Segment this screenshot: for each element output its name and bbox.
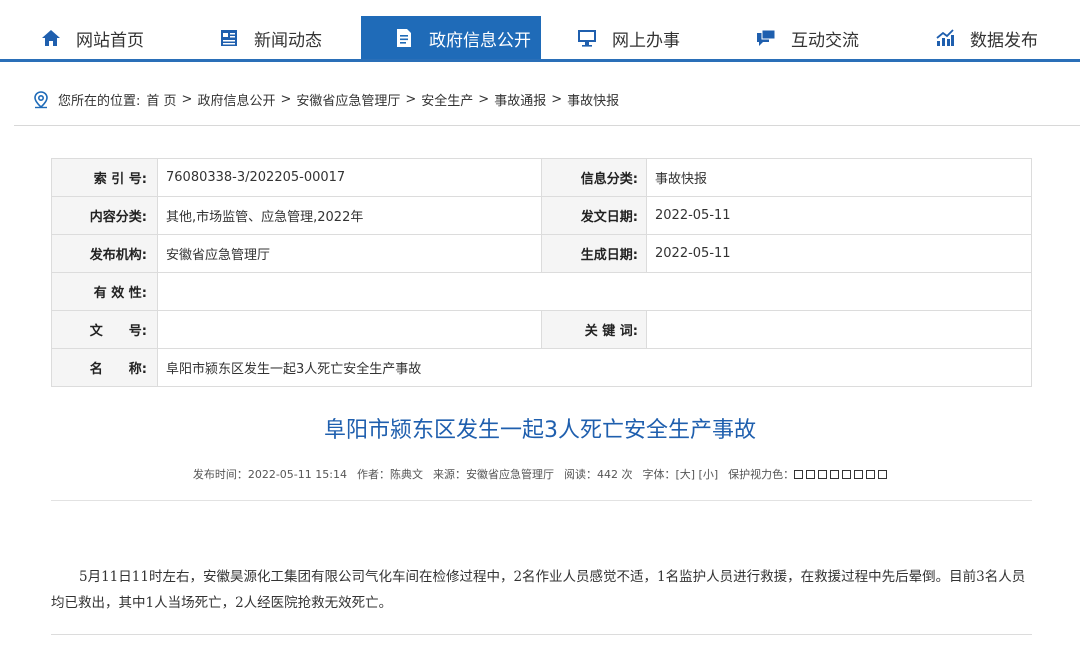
content-label: 内容分类: [51,196,158,235]
breadcrumb-separator: > [181,92,193,107]
docno-label: 文 号: [51,310,158,349]
keywords-label: 关 键 词: [541,310,647,349]
breadcrumb-item-home[interactable]: 首 页 [146,90,176,109]
chart-icon [934,27,956,49]
color-swatch[interactable] [866,469,876,479]
breadcrumb-item-department[interactable]: 安徽省应急管理厅 [296,90,400,109]
nav-underline [0,59,1080,62]
article-info-bar: 发布时间：2022-05-11 15:14 作者：陈典文 来源：安徽省应急管理厅… [0,466,1080,482]
read-count: 阅读：442 次 [563,468,633,481]
color-swatch[interactable] [818,469,828,479]
nav-label: 新闻动态 [254,30,322,51]
nav-item-home[interactable]: 网站首页 [40,16,144,60]
color-swatch[interactable] [830,469,840,479]
divider [51,500,1032,501]
divider [51,634,1032,635]
table-row: 索 引 号: 76080338-3/202205-00017 信息分类: 事故快… [51,158,1032,197]
top-navigation: 网站首页 新闻动态 政府信息公开 网上办事 互动交流 数据发布 [0,0,1080,62]
breadcrumb-item-gov-info[interactable]: 政府信息公开 [197,90,275,109]
breadcrumb-prefix: 您所在的位置: [58,94,141,109]
nav-label: 互动交流 [791,30,859,51]
table-row: 内容分类: 其他,市场监管、应急管理,2022年 发文日期: 2022-05-1… [51,196,1032,235]
nav-label: 政府信息公开 [429,30,531,51]
article-body: 5月11日11时左右，安徽昊源化工集团有限公司气化车间在检修过程中，2名作业人员… [51,569,1026,611]
publish-time: 发布时间：2022-05-11 15:14 [192,468,347,481]
index-value: 76080338-3/202205-00017 [157,158,542,197]
breadcrumb-item-quick-report[interactable]: 事故快报 [567,90,619,109]
breadcrumb-separator: > [405,92,417,107]
table-row: 有 效 性: [51,272,1032,311]
name-label: 名 称: [51,348,158,387]
nav-label: 网上办事 [612,30,680,51]
category-label: 信息分类: [541,158,647,197]
issue-date-label: 发文日期: [541,196,647,235]
source: 来源：安徽省应急管理厅 [432,468,554,481]
nav-item-online-service[interactable]: 网上办事 [576,16,680,60]
table-row: 名 称: 阜阳市颍东区发生一起3人死亡安全生产事故 [51,348,1032,387]
gen-date-label: 生成日期: [541,234,647,273]
font-size-control[interactable]: 字体：[大] [小] [642,466,718,482]
table-row: 文 号: 关 键 词: [51,310,1032,349]
document-meta-table: 索 引 号: 76080338-3/202205-00017 信息分类: 事故快… [51,158,1032,387]
breadcrumb-item-accident-report[interactable]: 事故通报 [494,90,546,109]
table-row: 发布机构: 安徽省应急管理厅 生成日期: 2022-05-11 [51,234,1032,273]
validity-value [157,272,1032,311]
monitor-icon [576,27,598,49]
nav-item-news[interactable]: 新闻动态 [218,16,322,60]
document-icon [393,27,415,49]
issue-date-value: 2022-05-11 [646,196,1032,235]
eye-color-swatches [794,469,888,479]
breadcrumb: 您所在的位置: 首 页 > 政府信息公开 > 安徽省应急管理厅 > 安全生产 >… [14,74,1080,126]
breadcrumb-separator: > [551,92,563,107]
validity-label: 有 效 性: [51,272,158,311]
breadcrumb-separator: > [280,92,292,107]
index-label: 索 引 号: [51,158,158,197]
docno-value [157,310,542,349]
chat-icon [755,27,777,49]
nav-item-data-release[interactable]: 数据发布 [934,16,1038,60]
home-icon [40,27,62,49]
color-swatch[interactable] [794,469,804,479]
news-icon [218,27,240,49]
breadcrumb-item-safety[interactable]: 安全生产 [421,90,473,109]
breadcrumb-separator: > [478,92,490,107]
keywords-value [646,310,1032,349]
nav-item-gov-info[interactable]: 政府信息公开 [361,16,541,60]
publisher-value: 安徽省应急管理厅 [157,234,542,273]
color-swatch[interactable] [842,469,852,479]
color-swatch[interactable] [878,469,888,479]
article-title: 阜阳市颍东区发生一起3人死亡安全生产事故 [324,418,756,443]
name-value: 阜阳市颍东区发生一起3人死亡安全生产事故 [157,348,1032,387]
publisher-label: 发布机构: [51,234,158,273]
nav-label: 网站首页 [76,30,144,51]
author: 作者：陈典文 [356,468,423,481]
gen-date-value: 2022-05-11 [646,234,1032,273]
color-swatch[interactable] [806,469,816,479]
category-value: 事故快报 [646,158,1032,197]
color-swatch[interactable] [854,469,864,479]
nav-label: 数据发布 [970,30,1038,51]
nav-item-interaction[interactable]: 互动交流 [755,16,859,60]
eye-protection-label: 保护视力色： [728,468,795,481]
location-icon [34,90,48,108]
content-value: 其他,市场监管、应急管理,2022年 [157,196,542,235]
